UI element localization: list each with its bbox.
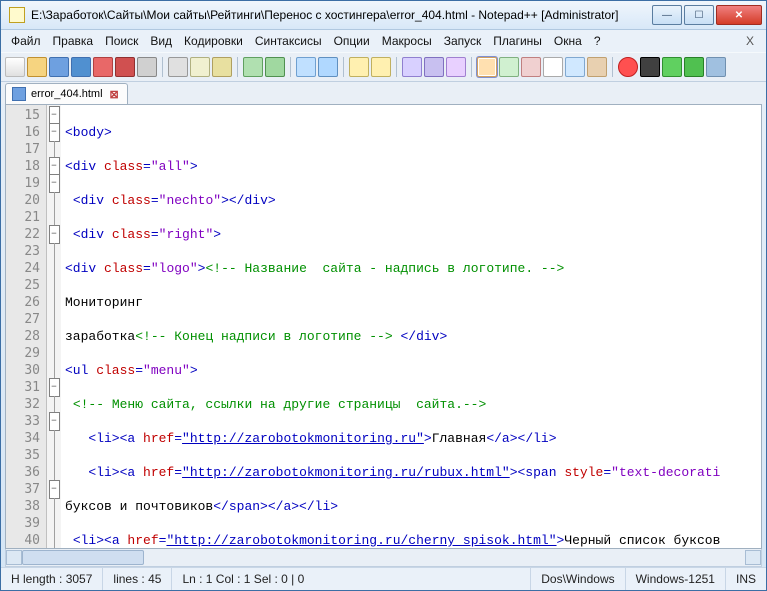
toolbar-sep [612,57,613,77]
menubar: Файл Правка Поиск Вид Кодировки Синтакси… [1,30,766,52]
horizontal-scrollbar[interactable] [5,549,762,567]
macro-stop-icon[interactable] [640,57,660,77]
scroll-left-icon[interactable] [6,550,22,565]
save-icon[interactable] [49,57,69,77]
close-button[interactable]: ✕ [716,5,762,25]
code-content[interactable]: <body> <div class="all"> <div class="nec… [61,105,761,548]
toolbar-sep [237,57,238,77]
macro-play-multi-icon[interactable] [684,57,704,77]
save-all-icon[interactable] [71,57,91,77]
redo-icon[interactable] [265,57,285,77]
status-length: H length : 3057 [1,568,103,590]
show-symbol-icon[interactable] [446,57,466,77]
titlebar[interactable]: E:\Заработок\Сайты\Мои сайты\Рейтинги\Пе… [1,1,766,30]
toolbar [1,52,766,82]
menu-view[interactable]: Вид [144,32,178,50]
close-all-icon[interactable] [115,57,135,77]
file-icon [12,87,26,101]
menu-file[interactable]: Файл [5,32,47,50]
app-window: E:\Заработок\Сайты\Мои сайты\Рейтинги\Пе… [0,0,767,591]
menu-encoding[interactable]: Кодировки [178,32,249,50]
menu-help[interactable]: ? [588,32,607,50]
find-icon[interactable] [296,57,316,77]
menu-edit[interactable]: Правка [47,32,100,50]
menu-windows[interactable]: Окна [548,32,588,50]
undo-icon[interactable] [243,57,263,77]
menu-x[interactable]: X [738,32,762,50]
editor-area[interactable]: 1516171819202122232425262728293031323334… [5,104,762,549]
show-all-chars-icon[interactable] [499,57,519,77]
function-list-icon[interactable] [543,57,563,77]
window-title: E:\Заработок\Сайты\Мои сайты\Рейтинги\Пе… [31,8,652,22]
menu-macro[interactable]: Макросы [376,32,438,50]
doc-map-icon[interactable] [565,57,585,77]
menu-search[interactable]: Поиск [99,32,144,50]
menu-run[interactable]: Запуск [438,32,488,50]
cut-icon[interactable] [168,57,188,77]
menu-syntax[interactable]: Синтаксисы [249,32,328,50]
sync-v-icon[interactable] [402,57,422,77]
toolbar-sep [343,57,344,77]
fold-column[interactable]: −−−−−−−− [47,105,61,548]
maximize-button[interactable]: ☐ [684,5,714,25]
new-file-icon[interactable] [5,57,25,77]
status-position: Ln : 1 Col : 1 Sel : 0 | 0 [172,568,531,590]
statusbar: H length : 3057 lines : 45 Ln : 1 Col : … [1,567,766,590]
toolbar-sep [471,57,472,77]
menu-plugins[interactable]: Плагины [487,32,548,50]
tab-close-icon[interactable]: ⊠ [108,88,121,101]
print-icon[interactable] [137,57,157,77]
macro-play-icon[interactable] [662,57,682,77]
open-file-icon[interactable] [27,57,47,77]
status-eol[interactable]: Dos\Windows [531,568,625,590]
menu-options[interactable]: Опции [328,32,376,50]
toolbar-sep [162,57,163,77]
status-lines: lines : 45 [103,568,172,590]
word-wrap-icon[interactable] [477,57,497,77]
zoom-out-icon[interactable] [371,57,391,77]
file-tab[interactable]: error_404.html ⊠ [5,83,128,104]
app-icon [9,7,25,23]
status-encoding[interactable]: Windows-1251 [626,568,726,590]
tab-bar: error_404.html ⊠ [1,82,766,104]
toolbar-sep [396,57,397,77]
close-file-icon[interactable] [93,57,113,77]
status-mode[interactable]: INS [726,568,766,590]
replace-icon[interactable] [318,57,338,77]
tab-label: error_404.html [31,88,103,100]
line-number-gutter: 1516171819202122232425262728293031323334… [6,105,47,548]
indent-guide-icon[interactable] [521,57,541,77]
toolbar-sep [290,57,291,77]
minimize-button[interactable]: — [652,5,682,25]
zoom-in-icon[interactable] [349,57,369,77]
macro-record-icon[interactable] [618,57,638,77]
sync-h-icon[interactable] [424,57,444,77]
paste-icon[interactable] [212,57,232,77]
copy-icon[interactable] [190,57,210,77]
macro-save-icon[interactable] [706,57,726,77]
folder-view-icon[interactable] [587,57,607,77]
scroll-right-icon[interactable] [745,550,761,565]
scrollbar-thumb[interactable] [22,550,144,565]
